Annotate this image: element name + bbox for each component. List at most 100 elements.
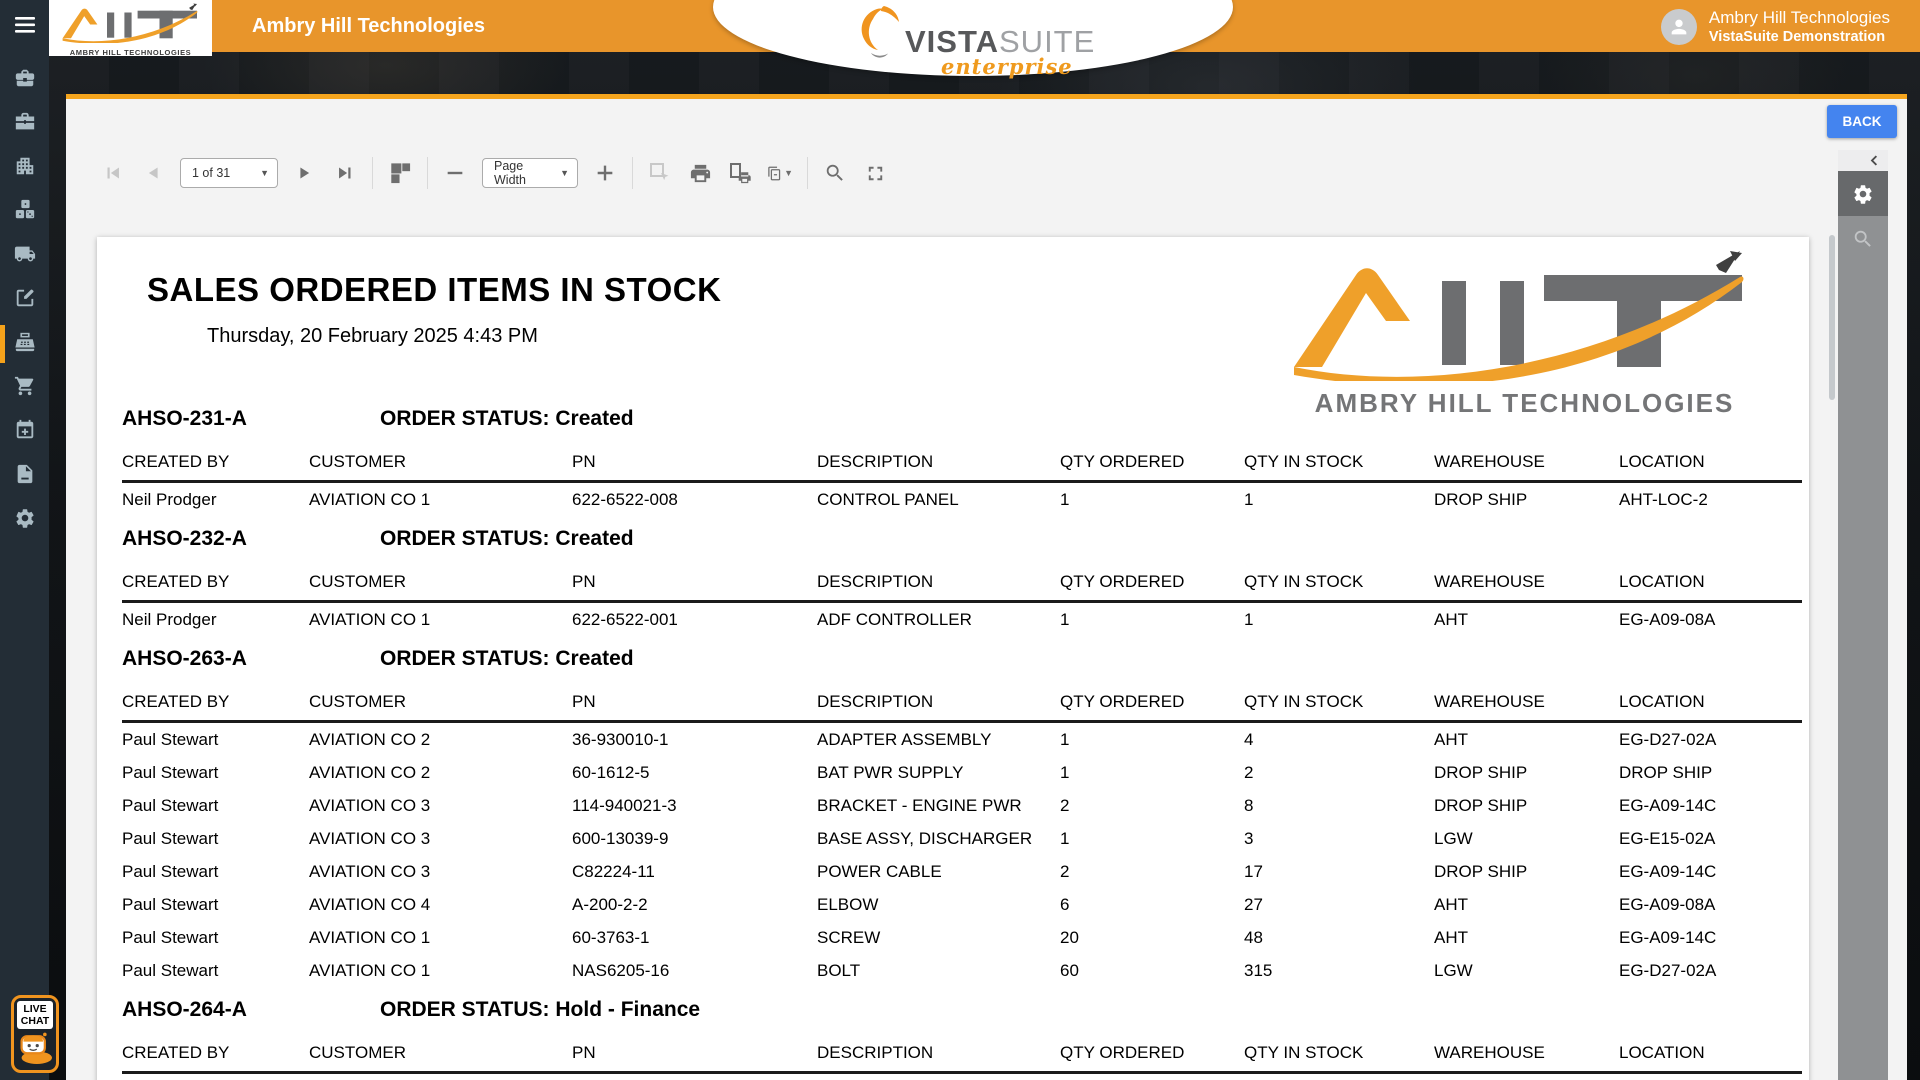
order-items-table: CREATED BYCUSTOMERPNDESCRIPTIONQTY ORDER… [122, 572, 1802, 636]
sidebar-item-cart[interactable] [0, 366, 49, 410]
column-header: CREATED BY [122, 572, 309, 602]
table-row: Paul StewartAVIATION CO 3114-940021-3BRA… [122, 789, 1802, 822]
table-row: Paul StewartAVIATION CO 1NAS6205-16BOLT6… [122, 954, 1802, 987]
page-number-dropdown[interactable]: 1 of 31▼ [180, 158, 278, 188]
enterprise-label: enterprise [941, 54, 1073, 79]
print-layout-button[interactable] [727, 158, 753, 188]
company-logo[interactable]: AMBRY HILL TECHNOLOGIES [49, 0, 212, 56]
column-header: WAREHOUSE [1434, 1043, 1619, 1073]
export-button[interactable]: ▼ [767, 158, 793, 188]
calendar-add-icon [14, 419, 36, 446]
sidebar-item-briefcase[interactable] [0, 58, 49, 102]
sidebar-item-shipping[interactable] [0, 234, 49, 278]
sidebar-item-settings[interactable] [0, 498, 49, 542]
report-sections: AHSO-231-AORDER STATUS: Created CREATED … [97, 406, 1809, 1080]
toolbar-separator [427, 157, 428, 189]
fullscreen-button[interactable] [862, 158, 888, 188]
print-button[interactable] [687, 158, 713, 188]
column-header: PN [572, 452, 817, 482]
order-number: AHSO-264-A [122, 997, 380, 1023]
table-row: Paul StewartAVIATION CO 236-930010-1ADAP… [122, 722, 1802, 757]
order-number: AHSO-232-A [122, 526, 380, 552]
logo-caption: AMBRY HILL TECHNOLOGIES [49, 48, 212, 57]
table-header-row: CREATED BYCUSTOMERPNDESCRIPTIONQTY ORDER… [122, 1043, 1802, 1073]
document-icon [14, 463, 36, 490]
sidebar-item-documents[interactable] [0, 454, 49, 498]
column-header: CREATED BY [122, 692, 309, 722]
column-header: CUSTOMER [309, 1043, 572, 1073]
order-section: AHSO-231-AORDER STATUS: Created CREATED … [97, 406, 1809, 516]
avatar [1661, 9, 1697, 45]
first-page-button[interactable] [100, 158, 126, 188]
toolbox-icon [14, 111, 36, 138]
briefcase-icon [14, 67, 36, 94]
search-panel-button[interactable] [1838, 216, 1888, 261]
collapse-panel-button[interactable] [1838, 150, 1888, 171]
order-section: AHSO-264-AORDER STATUS: Hold - Finance C… [97, 997, 1809, 1080]
sidebar-item-edit[interactable] [0, 278, 49, 322]
gear-icon [1852, 183, 1874, 205]
live-chat-button[interactable]: LIVECHAT [11, 995, 59, 1073]
cubes-icon [14, 199, 36, 226]
table-row: Paul StewartAVIATION CO 3600-13039-9BASE… [122, 822, 1802, 855]
back-button[interactable]: BACK [1827, 105, 1897, 138]
column-header: WAREHOUSE [1434, 452, 1619, 482]
live-chat-label-line2: CHAT [21, 1015, 49, 1027]
column-header: LOCATION [1619, 452, 1802, 482]
chat-robot-icon [15, 1030, 55, 1064]
order-section: AHSO-263-AORDER STATUS: Created CREATED … [97, 646, 1809, 987]
cash-register-icon [14, 331, 36, 358]
sidebar-item-scheduler[interactable] [0, 410, 49, 454]
table-header-row: CREATED BYCUSTOMERPNDESCRIPTIONQTY ORDER… [122, 572, 1802, 602]
order-items-table: CREATED BYCUSTOMERPNDESCRIPTIONQTY ORDER… [122, 692, 1802, 987]
logo-caption: AMBRY HILL TECHNOLOGIES [1292, 388, 1757, 419]
table-row: Neil ProdgerAVIATION CO 1622-6522-008CON… [122, 482, 1802, 517]
select-tool-button[interactable] [647, 158, 673, 188]
building-icon [14, 155, 36, 182]
column-header: WAREHOUSE [1434, 692, 1619, 722]
column-header: QTY ORDERED [1060, 1043, 1244, 1073]
multipage-view-button[interactable] [387, 158, 413, 188]
vistasuite-swoosh-icon [855, 4, 901, 60]
person-icon [1668, 16, 1690, 38]
app-window: Ambry Hill Technologies Ambry Hill Techn… [0, 0, 1920, 1080]
sidebar-item-point-of-sale[interactable] [0, 322, 49, 366]
column-header: CREATED BY [122, 1043, 309, 1073]
content-panel: BACK 1 of 31▼ Page Width▼ ▼ [66, 94, 1907, 1080]
column-header: CUSTOMER [309, 692, 572, 722]
hamburger-menu-icon[interactable] [0, 8, 49, 42]
user-menu[interactable]: Ambry Hill Technologies VistaSuite Demon… [1661, 7, 1890, 47]
last-page-button[interactable] [332, 158, 358, 188]
sidebar-item-building[interactable] [0, 146, 49, 190]
zoom-out-button[interactable] [442, 158, 468, 188]
column-header: CUSTOMER [309, 572, 572, 602]
search-button[interactable] [822, 158, 848, 188]
column-header: DESCRIPTION [817, 692, 1060, 722]
previous-page-button[interactable] [140, 158, 166, 188]
aht-logo-icon [1292, 251, 1752, 381]
column-header: PN [572, 692, 817, 722]
column-header: QTY IN STOCK [1244, 692, 1434, 722]
column-header: QTY IN STOCK [1244, 452, 1434, 482]
zoom-mode-dropdown[interactable]: Page Width▼ [482, 158, 578, 188]
column-header: PN [572, 572, 817, 602]
page-title: Ambry Hill Technologies [252, 0, 485, 52]
viewer-scrollbar[interactable] [1829, 150, 1835, 1080]
column-header: DESCRIPTION [817, 1043, 1060, 1073]
table-header-row: CREATED BYCUSTOMERPNDESCRIPTIONQTY ORDER… [122, 452, 1802, 482]
zoom-in-button[interactable] [592, 158, 618, 188]
table-row: Paul StewartAVIATION CO 3C82224-11POWER … [122, 855, 1802, 888]
sidebar-item-toolbox[interactable] [0, 102, 49, 146]
scrollbar-thumb[interactable] [1829, 235, 1835, 400]
parameters-panel-button[interactable] [1838, 171, 1888, 216]
order-status: ORDER STATUS: Created [380, 646, 634, 672]
column-header: DESCRIPTION [817, 452, 1060, 482]
column-header: LOCATION [1619, 572, 1802, 602]
sidebar-item-inventory[interactable] [0, 190, 49, 234]
next-page-button[interactable] [292, 158, 318, 188]
table-row: Neil ProdgerAVIATION CO 1622-6522-001ADF… [122, 602, 1802, 637]
order-number: AHSO-263-A [122, 646, 380, 672]
page-number-value: 1 of 31 [192, 166, 230, 180]
report-company-logo: AMBRY HILL TECHNOLOGIES [1292, 251, 1757, 419]
table-header-row: CREATED BYCUSTOMERPNDESCRIPTIONQTY ORDER… [122, 692, 1802, 722]
